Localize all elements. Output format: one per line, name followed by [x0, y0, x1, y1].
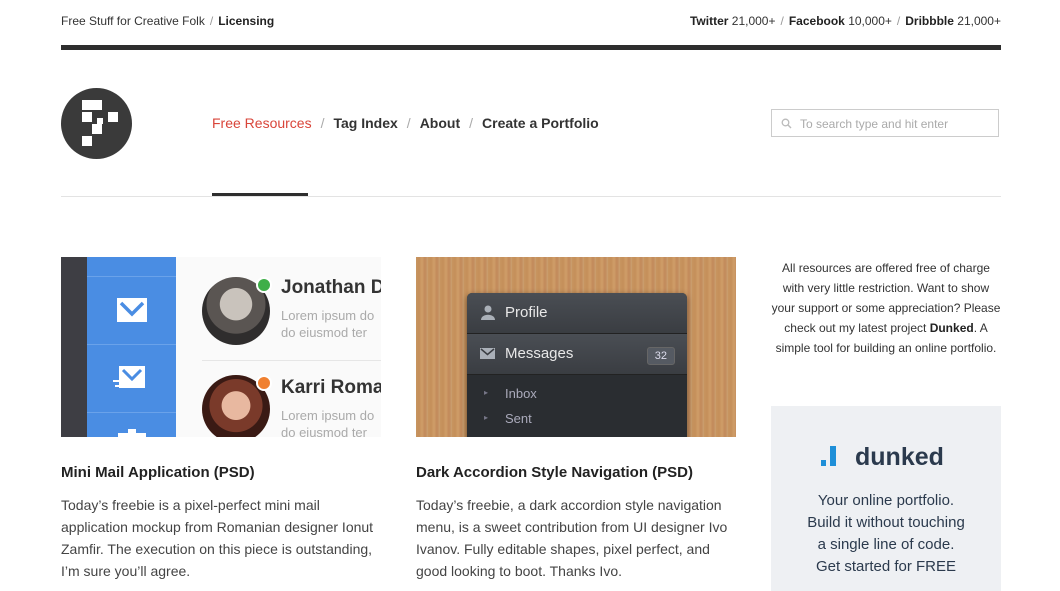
nav-tag-index[interactable]: Tag Index	[333, 115, 397, 131]
mail-blue-sidebar	[87, 257, 176, 437]
social-counts: Twitter 21,000+ / Facebook 10,000+ / Dribbbl…	[689, 14, 1001, 28]
mail-icon	[117, 298, 147, 322]
dribbble-count: 21,000+	[957, 14, 1001, 28]
logo-pixel	[82, 136, 92, 146]
caret-right-icon: ▸	[484, 388, 489, 397]
logo-pixel	[82, 100, 92, 110]
dunked-link[interactable]: Dunked	[930, 321, 974, 335]
main-nav: Free Resources / Tag Index / About / Create a …	[212, 115, 599, 131]
accordion-subitem-sent: Sent	[505, 411, 532, 426]
contact-preview: Lorem ipsum do	[281, 308, 375, 323]
mail-dark-rail	[61, 257, 87, 437]
header-divider	[61, 196, 1001, 197]
mail-contact-list: Jonathan D Lorem ipsum do do eiusmod ter…	[176, 257, 381, 437]
envelope-icon	[480, 348, 495, 359]
sidebar-intro: All resources are offered free of charge…	[771, 258, 1001, 358]
ad-line: Build it without touching	[807, 514, 965, 531]
accordion-label: Messages	[505, 345, 574, 362]
mail-row-divider	[87, 276, 176, 277]
dunked-brand: dunked	[855, 443, 944, 471]
accordion-subitem-inbox: Inbox	[505, 386, 537, 401]
card-description: Today’s freebie, a dark accordion style …	[416, 497, 728, 579]
contact-name: Karri Roman	[281, 377, 381, 398]
top-divider	[61, 45, 1001, 50]
status-dot	[256, 277, 272, 293]
mail-row-divider	[87, 412, 176, 413]
ad-copy: Your online portfolio. Build it without …	[771, 490, 1001, 578]
nav-create-portfolio[interactable]: Create a Portfolio	[482, 115, 599, 131]
tagline: Free Stuff for Creative Folk	[61, 14, 205, 28]
message-count-badge: 32	[646, 347, 675, 365]
contact-preview: do eiusmod ter	[281, 325, 367, 340]
caret-right-icon: ▸	[484, 413, 489, 422]
trash-icon	[118, 429, 146, 437]
nav-about[interactable]: About	[420, 115, 460, 131]
licensing-link[interactable]: Licensing	[218, 14, 274, 28]
card-title[interactable]: Mini Mail Application (PSD)	[61, 464, 255, 481]
accordion-label: Profile	[505, 304, 548, 321]
twitter-count: 21,000+	[731, 14, 776, 28]
status-dot	[256, 375, 272, 391]
logo-pixel	[92, 124, 102, 134]
card-title[interactable]: Dark Accordion Style Navigation (PSD)	[416, 464, 693, 481]
mail-row-divider	[87, 344, 176, 345]
search-input[interactable]	[798, 116, 997, 132]
top-bar: Free Stuff for Creative Folk / Licensing T…	[61, 12, 1001, 30]
logo-pixel	[108, 112, 118, 122]
dribbble-link[interactable]: Dribbble	[905, 14, 954, 28]
logo-pixel	[97, 118, 103, 124]
contact-preview: Lorem ipsum do	[281, 408, 375, 423]
accordion-item-profile: Profile	[467, 293, 687, 334]
dunked-ad[interactable]: dunked Your online portfolio. Build it w…	[771, 406, 1001, 591]
nav-free-resources[interactable]: Free Resources	[212, 115, 312, 131]
mini-mail-thumbnail[interactable]: Jonathan D Lorem ipsum do do eiusmod ter…	[61, 257, 381, 437]
ad-line: Your online portfolio.	[817, 492, 955, 509]
ad-line: a single line of code.	[817, 536, 955, 553]
send-mail-icon	[113, 366, 145, 388]
accordion-item-messages: Messages 32	[467, 334, 687, 375]
ad-cta[interactable]: Get started for FREE	[771, 556, 1001, 578]
card-description: Today’s freebie is a pixel-perfect mini …	[61, 497, 374, 579]
site-logo[interactable]	[61, 88, 132, 159]
user-icon	[481, 305, 495, 320]
accordion-thumbnail[interactable]: Profile Messages 32 ▸ Inbox ▸ Sent	[416, 257, 736, 437]
top-bar-left: Free Stuff for Creative Folk / Licensing	[61, 14, 275, 28]
contact-name: Jonathan D	[281, 277, 381, 298]
accordion-menu: Profile Messages 32 ▸ Inbox ▸ Sent	[467, 293, 687, 437]
facebook-link[interactable]: Facebook	[789, 14, 845, 28]
logo-pixel	[82, 112, 92, 122]
dunked-logo-icon	[821, 446, 836, 466]
contact-preview: do eiusmod ter	[281, 425, 367, 437]
search-box[interactable]	[771, 109, 999, 137]
search-icon	[781, 118, 792, 129]
contact-divider	[202, 360, 381, 361]
twitter-link[interactable]: Twitter	[690, 14, 728, 28]
facebook-count: 10,000+	[848, 14, 892, 28]
logo-pixel	[92, 100, 102, 110]
